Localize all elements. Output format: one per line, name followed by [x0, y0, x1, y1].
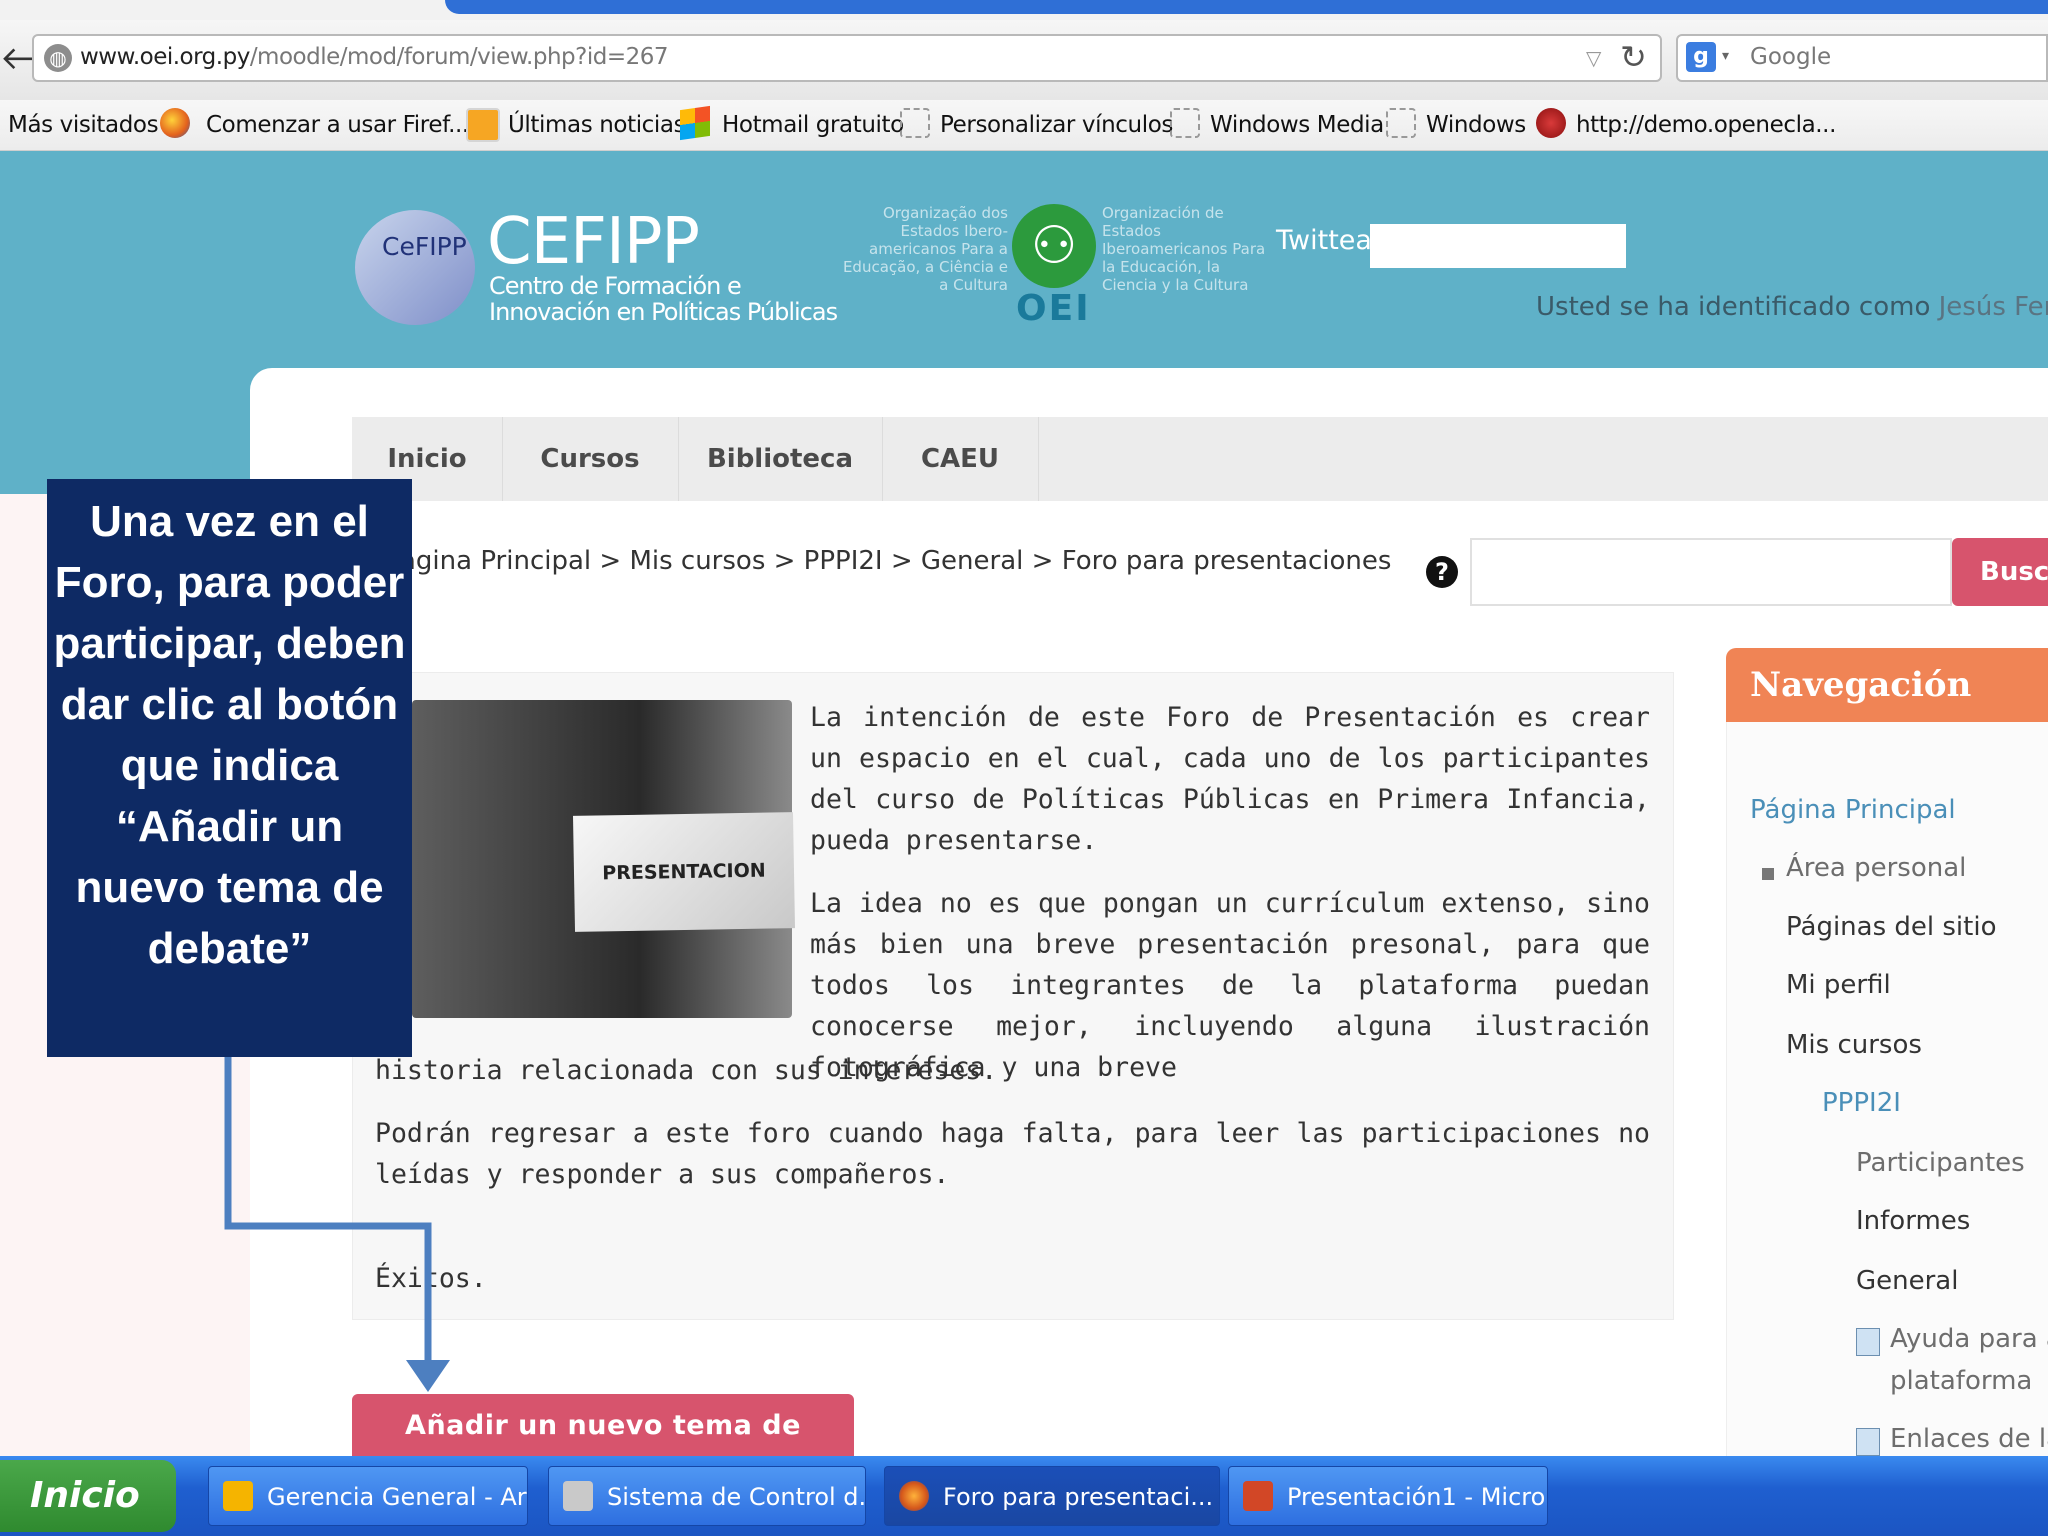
start-button[interactable]: Inicio — [0, 1460, 176, 1532]
firefox-icon — [899, 1481, 929, 1511]
powerpoint-icon — [1243, 1481, 1273, 1511]
folder-icon — [223, 1481, 253, 1511]
tool-icon — [563, 1481, 593, 1511]
task-gerencia-general[interactable]: Gerencia General - Ar... — [208, 1466, 528, 1526]
task-foro-presentaciones[interactable]: Foro para presentaci... — [884, 1466, 1220, 1526]
pointer-arrow — [224, 1057, 450, 1392]
task-presentacion1[interactable]: Presentación1 - Micro... — [1228, 1466, 1548, 1526]
arrow-line — [224, 1057, 432, 1375]
task-sistema-control[interactable]: Sistema de Control d... — [548, 1466, 866, 1526]
arrow-head — [406, 1360, 450, 1392]
